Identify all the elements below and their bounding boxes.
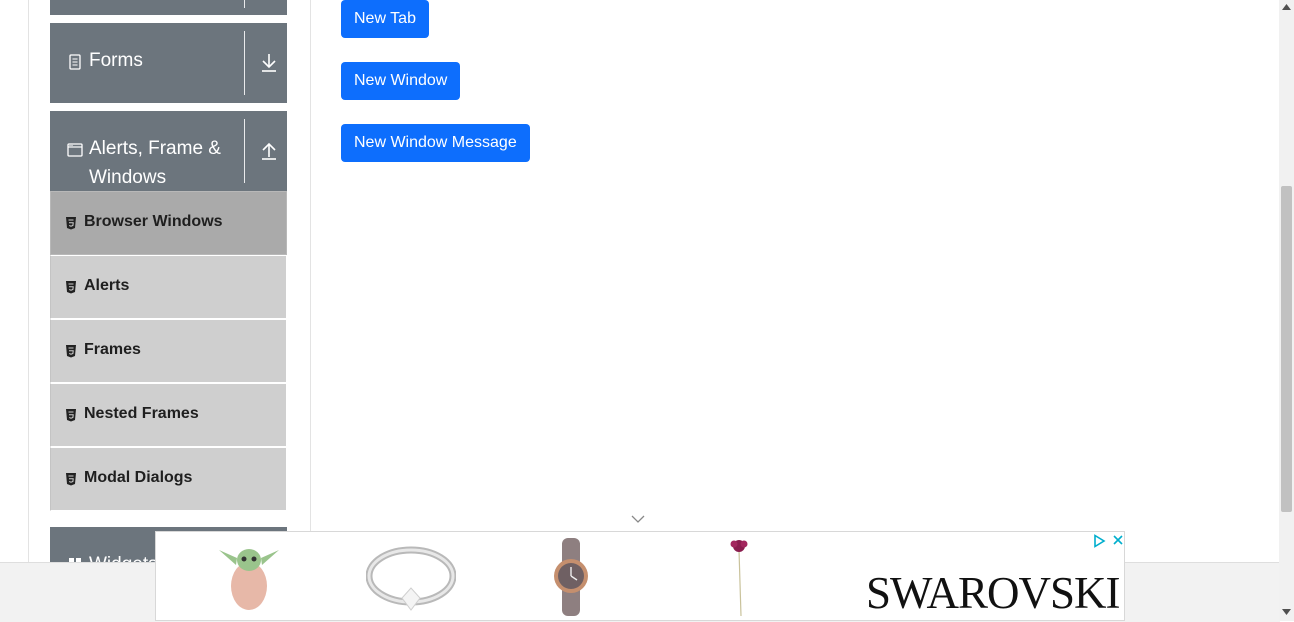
group-divider [244,31,245,95]
sidebar-item-alerts[interactable]: Alerts [50,255,287,319]
html5-icon [66,409,76,422]
vertical-scrollbar[interactable] [1279,0,1294,621]
sidebar-item-label: Frames [84,341,141,358]
flower-image[interactable] [724,538,754,616]
html5-icon [66,281,76,294]
chevron-down-icon[interactable] [630,514,646,524]
download-arrow-icon[interactable] [254,48,284,78]
sidebar-group-label: Alerts, Frame & [89,138,221,159]
html5-icon [66,473,76,486]
sidebar-group-forms[interactable]: Forms [50,23,287,103]
ring-image[interactable] [366,540,456,612]
sidebar-item-modal-dialogs[interactable]: Modal Dialogs [50,447,287,511]
scrollbar-thumb[interactable] [1281,186,1292,512]
watch-image[interactable] [546,538,596,616]
sidebar-group-alerts-frame-windows[interactable]: Alerts, Frame & Windows [50,111,287,191]
sidebar-item-frames[interactable]: Frames [50,319,287,383]
left-border [28,0,29,562]
adchoices-icon[interactable] [1092,534,1106,548]
close-icon[interactable] [1111,533,1125,547]
group-divider [244,119,245,183]
group-divider [244,0,245,8]
sidebar-item-nested-frames[interactable]: Nested Frames [50,383,287,447]
new-window-message-button[interactable]: New Window Message [341,124,530,162]
upload-arrow-icon[interactable] [254,136,284,166]
new-tab-button[interactable]: New Tab [341,0,429,38]
sidebar-item-label: Alerts [84,277,130,294]
ad-brand-logo: SWAROVSKI [866,568,1121,618]
sidebar-group-label-line2: Windows [89,167,167,188]
window-icon [67,143,83,157]
scroll-up-icon[interactable] [1282,4,1291,10]
sidebar-group-label: Forms [89,50,143,71]
html5-icon [66,345,76,358]
html5-icon [66,217,76,230]
figurine-image[interactable] [214,538,284,613]
sidebar-item-label: Browser Windows [84,213,223,230]
scroll-down-icon[interactable] [1282,609,1291,615]
sidebar-item-browser-windows[interactable]: Browser Windows [50,191,287,255]
content-border [310,0,311,531]
sidebar-group-elements[interactable] [50,0,287,15]
sidebar-item-label: Modal Dialogs [84,469,193,486]
new-window-button[interactable]: New Window [341,62,461,100]
sidebar-item-label: Nested Frames [84,405,199,422]
advertisement-banner[interactable]: SWAROVSKI [155,531,1125,621]
document-icon [69,54,81,70]
